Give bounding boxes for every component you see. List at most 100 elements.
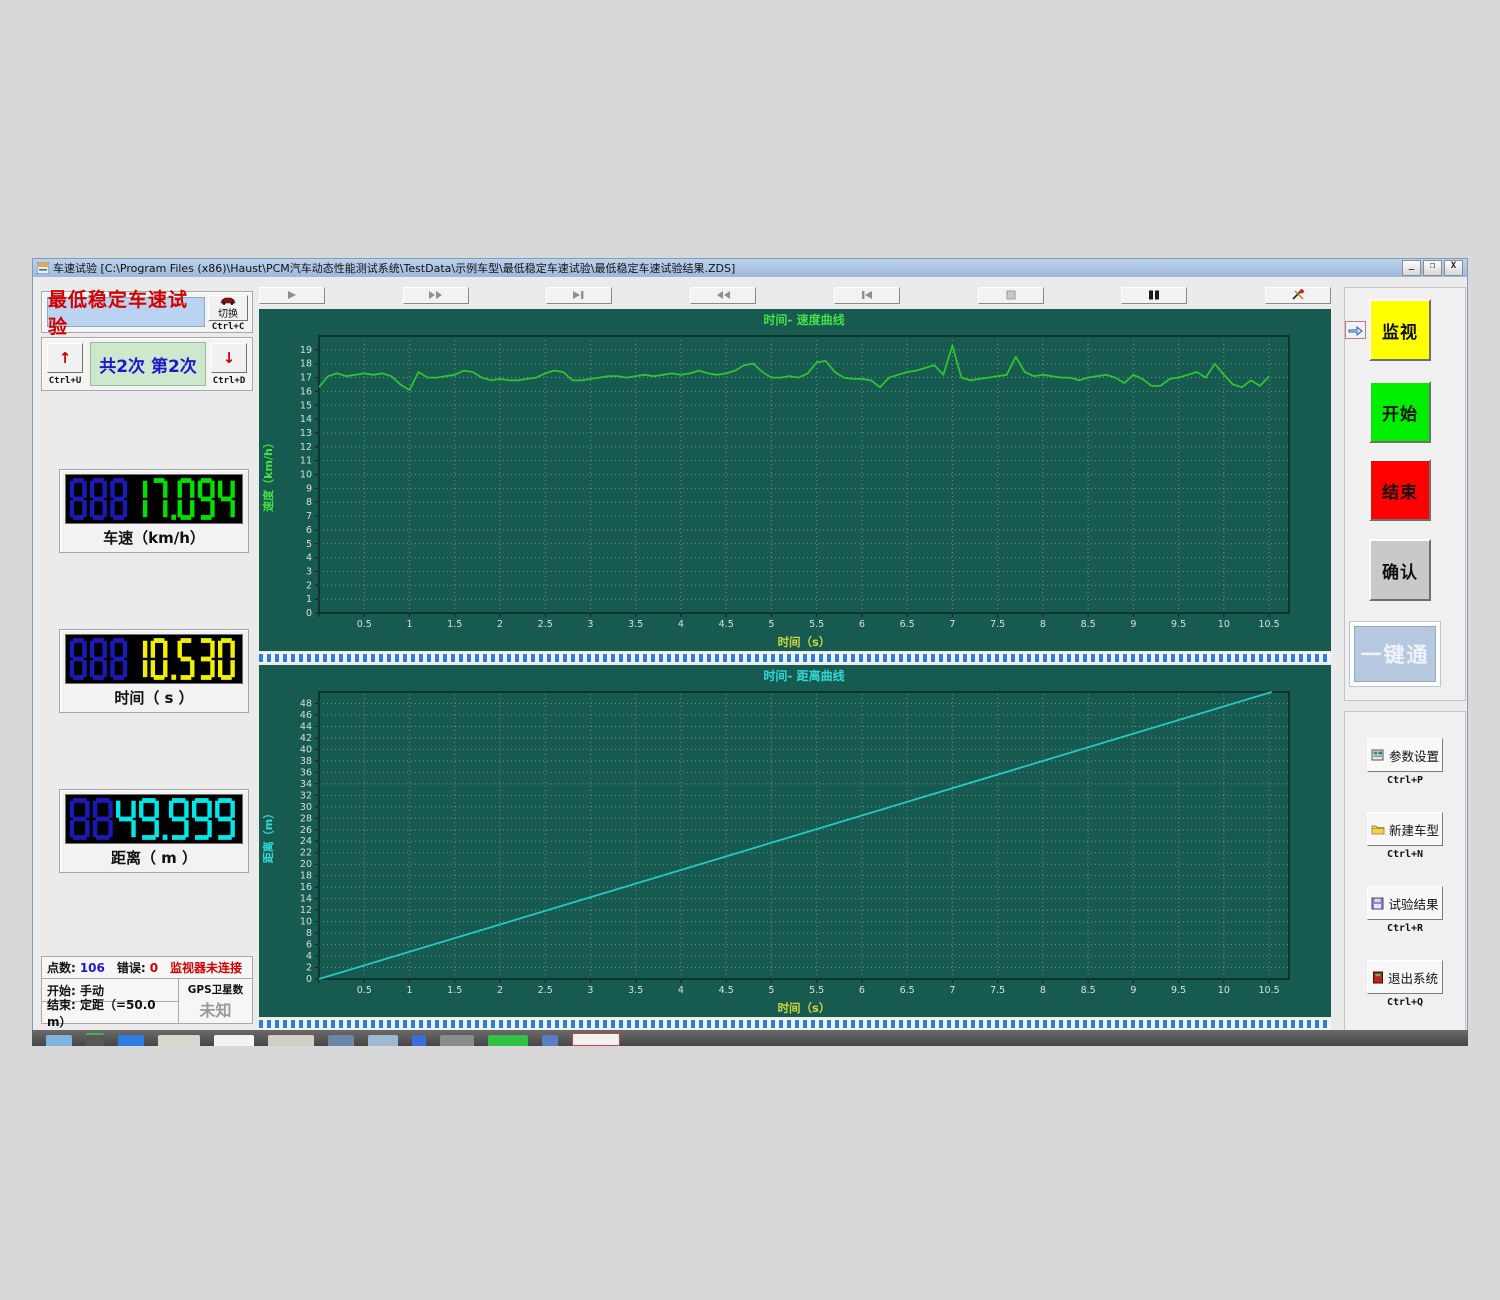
taskbar-item[interactable] [412,1035,426,1046]
taskbar-item[interactable] [488,1035,528,1046]
rewind-button[interactable] [690,287,756,304]
taskbar[interactable] [32,1030,1468,1046]
play-button[interactable] [259,287,325,304]
svg-text:0: 0 [306,608,312,619]
svg-text:7: 7 [949,985,955,996]
exit-system-button[interactable]: 退出系统 [1367,960,1443,994]
svg-text:38: 38 [300,756,312,767]
svg-text:6: 6 [859,619,865,630]
taskbar-item[interactable] [572,1033,620,1046]
taskbar-item[interactable] [118,1035,144,1046]
taskbar-item[interactable] [440,1035,474,1046]
distance-display-label: 距离（ m ） [60,847,248,868]
exit-system-label: 退出系统 [1388,968,1438,987]
parameter-settings-button[interactable]: 参数设置 [1367,738,1443,772]
chart-splitter-bottom[interactable] [259,1019,1331,1029]
svg-text:2.5: 2.5 [538,985,553,996]
svg-text:3.5: 3.5 [628,619,643,630]
svg-text:0: 0 [306,974,312,985]
new-vehicle-button[interactable]: 新建车型 [1367,812,1443,846]
svg-text:4: 4 [306,951,312,962]
svg-text:48: 48 [300,698,312,709]
svg-text:6: 6 [306,525,312,536]
switch-shortcut: Ctrl+C [206,322,250,332]
svg-text:4.5: 4.5 [719,619,734,630]
svg-text:8: 8 [306,928,312,939]
end-button[interactable]: 结束 [1369,459,1431,521]
taskbar-item[interactable] [268,1035,314,1046]
speed-display: 车速（km/h） [59,469,249,553]
taskbar-item[interactable] [368,1035,398,1046]
switch-test-button[interactable]: 切换 [208,295,248,321]
stop-button[interactable] [978,287,1044,304]
run-down-shortcut: Ctrl+D [207,376,251,386]
time-display: 时间（ s ） [59,629,249,713]
svg-text:14: 14 [300,414,312,425]
run-up-button[interactable]: ↑ [47,343,83,373]
svg-text:32: 32 [300,790,312,801]
svg-text:7: 7 [306,511,312,522]
taskbar-item[interactable] [542,1035,558,1046]
svg-text:7: 7 [949,619,955,630]
distance-7seg [65,794,243,844]
svg-text:5.5: 5.5 [809,985,824,996]
menu-panel: 参数设置 Ctrl+P 新建车型 Ctrl+N 试验结果 [1344,711,1466,1033]
error-value: 0 [150,961,158,975]
one-key-button[interactable]: 一键通 [1354,626,1436,682]
playback-toolbar [259,285,1331,305]
tools-button[interactable] [1265,287,1331,304]
test-results-label: 试验结果 [1388,894,1438,913]
exit-icon [1372,971,1384,984]
titlebar[interactable]: 车速试验 [C:\Program Files (x86)\Haust\PCM汽车… [33,259,1467,277]
taskbar-item[interactable] [214,1035,254,1046]
svg-text:3: 3 [587,985,593,996]
stop-icon [1006,290,1016,300]
start-button[interactable]: 开始 [1369,381,1431,443]
svg-text:2: 2 [497,619,503,630]
onekey-wrap: 一键通 [1349,621,1441,687]
taskbar-item[interactable] [86,1033,104,1046]
minimize-button[interactable]: _ [1402,260,1421,276]
svg-text:7.5: 7.5 [990,985,1005,996]
svg-text:5.5: 5.5 [809,619,824,630]
taskbar-item[interactable] [328,1035,354,1046]
gps-label: GPS卫星数 [188,982,243,997]
svg-text:19: 19 [300,345,312,356]
svg-text:10: 10 [1218,985,1230,996]
confirm-button[interactable]: 确认 [1369,539,1431,601]
svg-text:2: 2 [497,985,503,996]
settings-icon [1371,749,1385,762]
svg-text:26: 26 [300,825,312,836]
svg-text:10: 10 [300,470,312,481]
app-icon [37,262,49,274]
svg-text:距离（m）: 距离（m） [261,808,275,863]
taskbar-item[interactable] [46,1035,72,1046]
svg-text:6.5: 6.5 [900,619,915,630]
svg-text:24: 24 [300,836,312,847]
points-label: 点数: [47,959,76,976]
close-button[interactable]: X [1444,260,1463,276]
fast-forward-button[interactable] [403,287,469,304]
svg-text:36: 36 [300,767,312,778]
parameter-settings-label: 参数设置 [1389,746,1439,765]
svg-text:44: 44 [300,721,312,732]
svg-text:时间- 距离曲线: 时间- 距离曲线 [763,668,844,683]
skip-to-start-button[interactable] [834,287,900,304]
svg-text:28: 28 [300,813,312,824]
restore-button[interactable]: ❐ [1423,260,1442,276]
svg-text:46: 46 [300,710,312,721]
chart-splitter-top[interactable] [259,653,1331,663]
taskbar-item[interactable] [158,1035,200,1046]
test-results-button[interactable]: 试验结果 [1367,886,1443,920]
svg-text:0.5: 0.5 [357,619,372,630]
skip-to-end-button[interactable] [546,287,612,304]
monitor-button[interactable]: 监视 [1369,299,1431,361]
svg-text:6.5: 6.5 [900,985,915,996]
svg-text:10: 10 [300,917,312,928]
run-down-button[interactable]: ↓ [211,343,247,373]
svg-text:时间- 速度曲线: 时间- 速度曲线 [763,312,844,327]
window-title: 车速试验 [C:\Program Files (x86)\Haust\PCM汽车… [53,260,735,276]
svg-text:10.5: 10.5 [1259,985,1280,996]
arrow-down-icon: ↓ [223,351,236,365]
pause-button[interactable] [1121,287,1187,304]
